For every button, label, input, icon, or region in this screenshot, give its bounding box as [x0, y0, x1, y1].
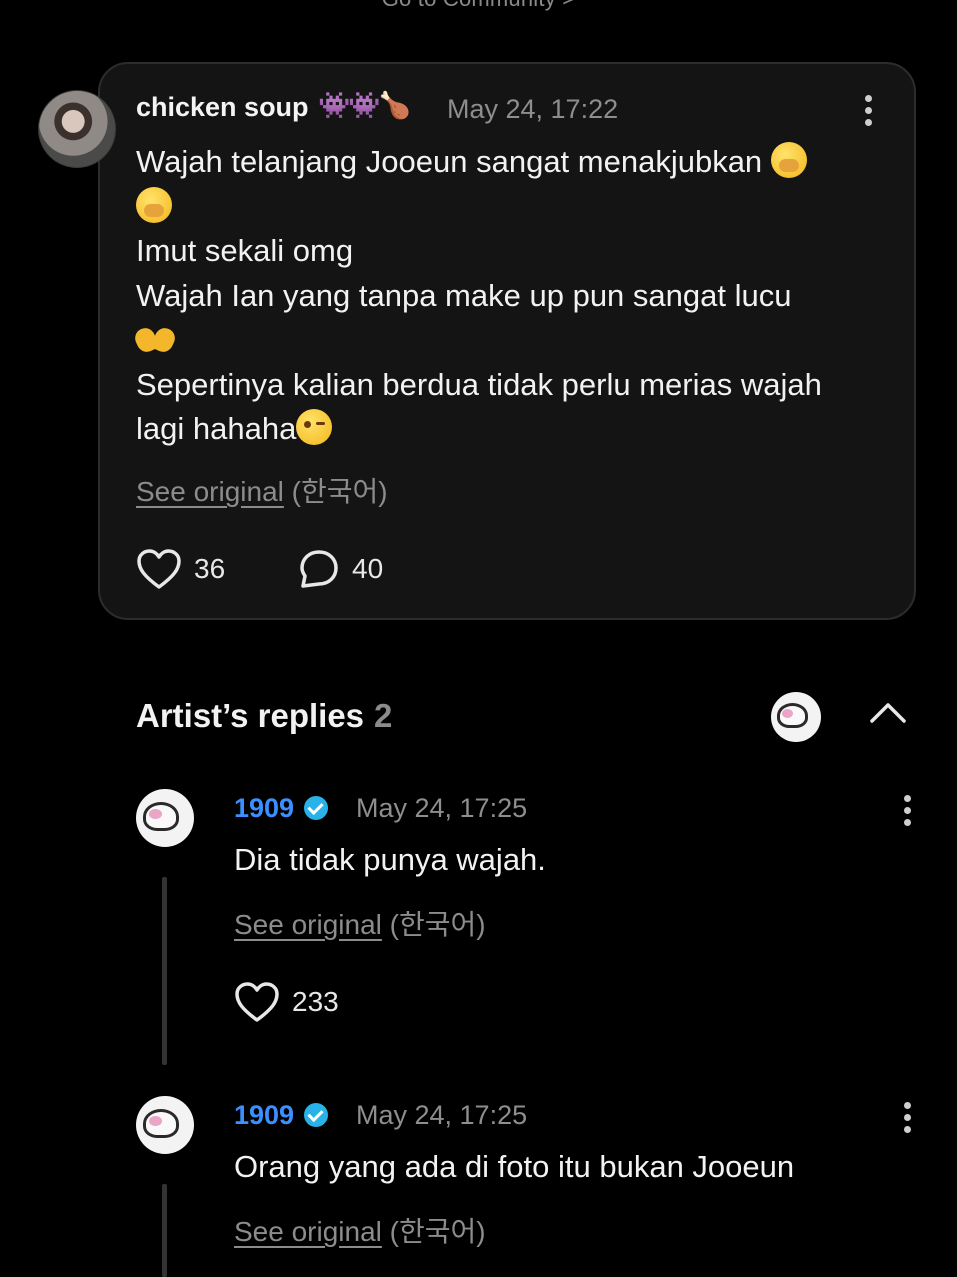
post-line-1: Wajah telanjang Jooeun sangat menakjubka… [136, 144, 763, 179]
reply-1-author[interactable]: 1909 [234, 793, 329, 824]
post-timestamp: May 24, 17:22 [447, 94, 619, 124]
verified-badge-icon [304, 1103, 329, 1127]
reply-1-timestamp: May 24, 17:25 [356, 793, 528, 823]
original-language: (한국어) [389, 909, 486, 940]
post-like-button[interactable]: 36 [136, 548, 225, 590]
original-language: (한국어) [291, 476, 388, 507]
artist-replies-title: Artist’s replies [136, 697, 365, 734]
post-like-count: 36 [194, 553, 226, 584]
reply-2-author[interactable]: 1909 [234, 1100, 329, 1131]
hand-over-mouth-emoji-icon [136, 186, 172, 223]
reply-1-like-button[interactable]: 233 [234, 981, 339, 1023]
reply-1-more-icon[interactable] [904, 795, 912, 831]
reply-1-author-name: 1909 [234, 793, 295, 823]
reply-2-avatar[interactable] [136, 1096, 194, 1154]
see-original-link[interactable]: See original [234, 1216, 382, 1247]
post-line-3: Wajah Ian yang tanpa make up pun sangat … [136, 277, 792, 313]
user-avatar[interactable] [38, 90, 116, 168]
reply-2-text: Orang yang ada di foto itu bukan Jooeun [234, 1149, 795, 1184]
reply-2-timestamp: May 24, 17:25 [356, 1100, 528, 1130]
heart-icon [235, 982, 279, 1022]
thread-line [162, 877, 167, 1065]
heart-hands-emoji-icon [136, 324, 176, 354]
post-more-icon[interactable] [865, 95, 873, 131]
go-to-community-link[interactable]: Go to Community > [0, 0, 957, 12]
speech-bubble-icon [300, 550, 338, 588]
post-line-4: Sepertinya kalian berdua tidak perlu mer… [136, 366, 822, 402]
heart-icon [137, 549, 181, 589]
reply-2-see-original: See original (한국어) [234, 1210, 486, 1250]
verified-badge-icon [304, 796, 329, 820]
post-see-original: See original (한국어) [136, 470, 388, 510]
reply-1-like-count: 233 [292, 986, 339, 1017]
post-comment-button[interactable]: 40 [298, 548, 383, 590]
post-line-2: Imut sekali omg [136, 233, 354, 268]
see-original-link[interactable]: See original [136, 476, 284, 507]
artist-replies-heading: Artist’s replies 2 [136, 697, 392, 735]
see-original-link[interactable]: See original [234, 909, 382, 940]
winking-face-emoji-icon [296, 409, 333, 445]
artist-replies-count: 2 [374, 697, 393, 734]
thread-line [162, 1184, 167, 1277]
reply-1-avatar[interactable] [136, 789, 194, 847]
post-content: Wajah telanjang Jooeun sangat menakjubka… [136, 140, 896, 452]
post-comment-count: 40 [352, 553, 384, 584]
reply-2-author-name: 1909 [234, 1100, 295, 1130]
post-line-5: lagi hahaha [136, 411, 297, 446]
original-language: (한국어) [389, 1216, 486, 1247]
reply-1-text: Dia tidak punya wajah. [234, 842, 546, 877]
hand-over-mouth-emoji-icon [770, 142, 807, 178]
author-emoji-badges: 👾👾🍗 [318, 90, 411, 120]
reply-1-see-original: See original (한국어) [234, 903, 486, 943]
reply-2-more-icon[interactable] [904, 1102, 912, 1138]
artist-avatar-preview[interactable] [771, 692, 821, 742]
post-author-name[interactable]: chicken soup [136, 92, 309, 123]
chevron-up-icon[interactable] [870, 700, 906, 724]
